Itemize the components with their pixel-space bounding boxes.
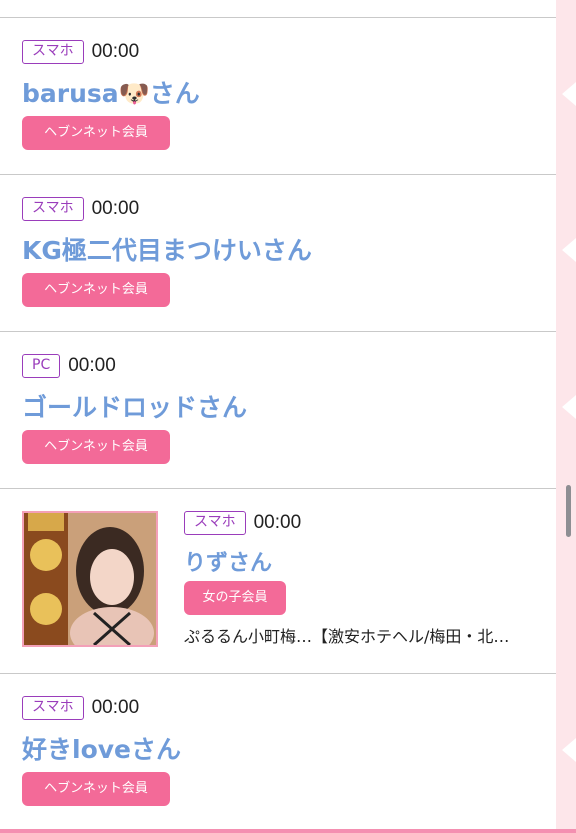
member-badge: ヘブンネット会員 bbox=[22, 273, 170, 307]
member-badge: ヘブンネット会員 bbox=[22, 430, 170, 464]
rail-notch bbox=[562, 738, 576, 762]
visit-time: 00:00 bbox=[68, 355, 116, 376]
device-tag: スマホ bbox=[184, 511, 246, 535]
user-name-link[interactable]: barusa🐶さん bbox=[22, 74, 200, 110]
user-name-link[interactable]: 好きloveさん bbox=[22, 730, 181, 766]
shop-name: ぷるるん小町梅…【激安ホテヘル/梅田・北… bbox=[184, 627, 510, 646]
list-item[interactable]: スマホ 00:00 好きloveさん ヘブンネット会員 bbox=[0, 674, 556, 829]
bottom-accent-bar bbox=[0, 829, 576, 833]
rail-notch bbox=[562, 395, 576, 419]
list-item[interactable]: スマホ 00:00 KG極二代目まつけいさん ヘブンネット会員 bbox=[0, 175, 556, 332]
visit-time: 00:00 bbox=[91, 697, 140, 718]
visit-meta: スマホ 00:00 bbox=[22, 197, 139, 221]
member-badge: ヘブンネット会員 bbox=[22, 116, 170, 150]
scrollbar[interactable] bbox=[566, 485, 571, 537]
visit-meta: スマホ 00:00 bbox=[22, 40, 139, 64]
rail-notch bbox=[562, 238, 576, 262]
user-name-link[interactable]: KG極二代目まつけいさん bbox=[22, 231, 312, 267]
member-badge: ヘブンネット会員 bbox=[22, 772, 170, 806]
right-side-rail bbox=[556, 0, 576, 833]
visit-meta: スマホ 00:00 bbox=[22, 696, 139, 720]
visit-meta: PC 00:00 bbox=[22, 354, 116, 378]
member-badge: 女の子会員 bbox=[184, 581, 286, 615]
access-history-list: スマホ 00:00 barusa🐶さん ヘブンネット会員 スマホ 00:00 K… bbox=[0, 0, 556, 833]
device-tag: スマホ bbox=[22, 40, 84, 64]
girl-thumbnail[interactable] bbox=[22, 511, 158, 647]
device-tag: スマホ bbox=[22, 696, 84, 720]
visit-time: 00:00 bbox=[91, 198, 140, 219]
visit-time: 00:00 bbox=[253, 512, 302, 533]
device-tag: スマホ bbox=[22, 197, 84, 221]
visit-meta: スマホ 00:00 bbox=[184, 511, 301, 535]
device-tag: PC bbox=[22, 354, 61, 378]
rail-notch bbox=[562, 82, 576, 106]
list-item[interactable]: PC 00:00 ゴールドロッドさん ヘブンネット会員 bbox=[0, 332, 556, 489]
list-item[interactable]: スマホ 00:00 barusa🐶さん ヘブンネット会員 bbox=[0, 18, 556, 175]
user-name-link[interactable]: ゴールドロッドさん bbox=[22, 388, 247, 424]
list-item[interactable]: スマホ 00:00 りずさん 女の子会員 ぷるるん小町梅…【激安ホテヘル/梅田・… bbox=[0, 489, 556, 674]
user-name-link[interactable]: りずさん bbox=[184, 545, 272, 577]
visit-time: 00:00 bbox=[91, 41, 140, 62]
thumbnail-image bbox=[24, 513, 156, 645]
